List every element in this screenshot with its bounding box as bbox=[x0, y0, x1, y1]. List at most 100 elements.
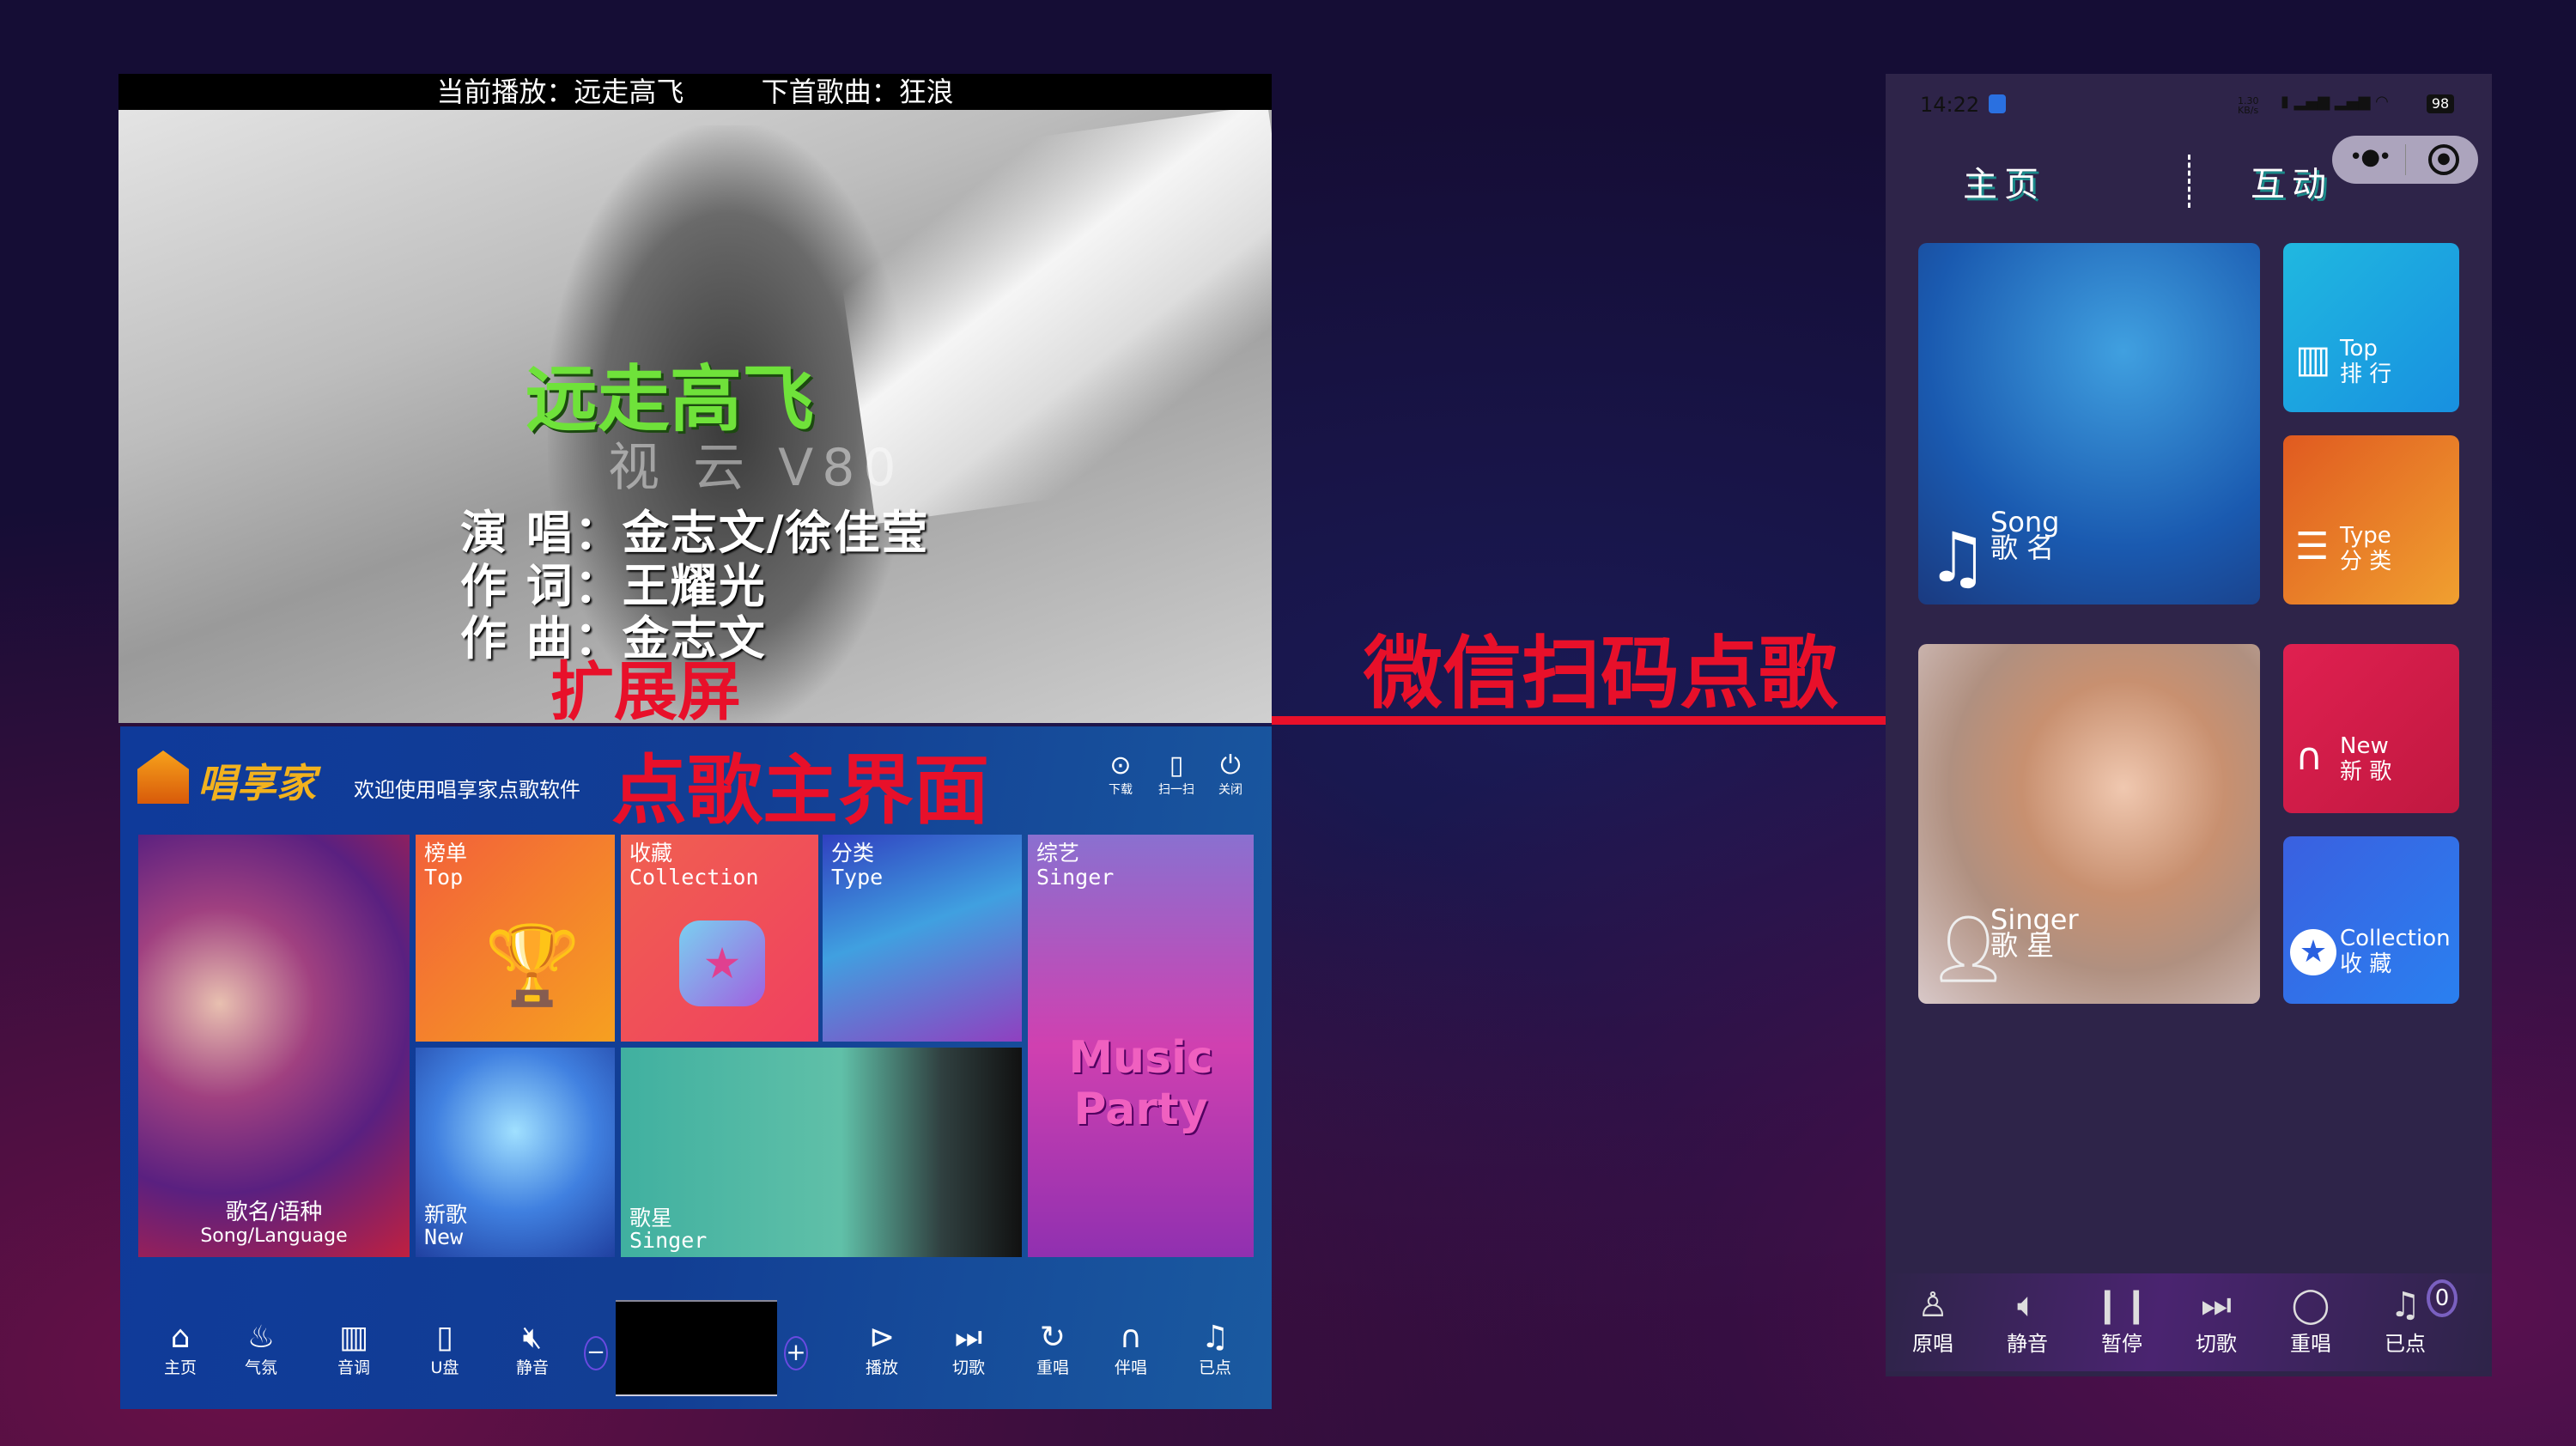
tile-label: 新歌 bbox=[424, 1202, 468, 1227]
tile-sublabel: 分 类 bbox=[2340, 549, 2392, 574]
skip-icon: ⏭︎ bbox=[954, 1320, 983, 1355]
tile-top[interactable]: 榜单 Top 🏆 bbox=[416, 835, 615, 1042]
tab-divider bbox=[2188, 155, 2190, 208]
now-playing: 当前播放：远走高飞 bbox=[436, 76, 684, 108]
mute-icon: 🔇︎ bbox=[522, 1320, 543, 1355]
tile-label: 收藏 bbox=[629, 841, 673, 866]
replay-icon: ◯ bbox=[2291, 1285, 2330, 1325]
phone-tile-collection[interactable]: ★ Collection 收 藏 bbox=[2283, 836, 2459, 1004]
download-icon: ⊙ bbox=[1109, 750, 1132, 781]
logo-icon bbox=[137, 750, 189, 804]
preview-window bbox=[616, 1300, 777, 1396]
tile-label: 综艺 bbox=[1036, 841, 1080, 866]
tile-sublabel: 歌 名 bbox=[1990, 532, 2055, 564]
home-button[interactable]: ⌂ 主页 bbox=[146, 1321, 215, 1378]
replay-button[interactable]: ↻ 重唱 bbox=[1018, 1321, 1087, 1378]
tile-label: 歌星 bbox=[629, 1206, 673, 1230]
mute-button[interactable]: 🔇︎ 静音 bbox=[498, 1321, 567, 1378]
pitch-button[interactable]: ▥ 音调 bbox=[319, 1321, 388, 1378]
list-icon: ☰ bbox=[2295, 525, 2330, 568]
tile-singer[interactable]: 歌星 Singer bbox=[621, 1048, 1022, 1257]
atmosphere-button[interactable]: ♨ 气氛 bbox=[227, 1321, 295, 1378]
tile-label: Type bbox=[2340, 523, 2391, 549]
more-icon[interactable]: •●• bbox=[2349, 144, 2391, 170]
headphones-icon: ∩ bbox=[1119, 1320, 1143, 1355]
accompaniment-button[interactable]: ∩ 伴唱 bbox=[1097, 1321, 1165, 1378]
tile-sublabel: New bbox=[424, 1224, 464, 1249]
extended-screen-video: 视 云 V80 远走高飞 演 唱：金志文/徐佳莹 作 词：王耀光 作 曲：金志文… bbox=[118, 74, 1272, 723]
song-title: 远走高飞 bbox=[526, 357, 815, 441]
skip-button[interactable]: ⏭︎ 切歌 bbox=[2178, 1284, 2255, 1357]
close-button[interactable]: ⏻ 关闭 bbox=[1209, 750, 1252, 798]
replay-button[interactable]: ◯ 重唱 bbox=[2272, 1284, 2349, 1357]
tile-type[interactable]: 分类 Type bbox=[823, 835, 1022, 1042]
person-icon: ♙ bbox=[1917, 1285, 1948, 1325]
music-note-icon: ♫ bbox=[1927, 518, 1989, 598]
volume-down-button[interactable]: − bbox=[584, 1336, 608, 1370]
tile-sublabel: Singer bbox=[1036, 865, 1115, 890]
skip-button[interactable]: ⏭︎ 切歌 bbox=[934, 1321, 1003, 1378]
phone-tile-new[interactable]: ∩ New 新 歌 bbox=[2283, 644, 2459, 813]
tab-home[interactable]: 主页 bbox=[1963, 156, 2045, 206]
phone-tile-song[interactable]: ♫ Song 歌 名 bbox=[1918, 243, 2260, 605]
tile-sublabel: 歌 星 bbox=[1990, 929, 2055, 962]
close-miniprogram-icon[interactable]: ● bbox=[2428, 144, 2459, 175]
replay-icon: ↻ bbox=[1039, 1320, 1066, 1355]
home-icon: ⌂ bbox=[170, 1320, 191, 1355]
star-icon: ★ bbox=[2290, 929, 2336, 975]
tile-label: New bbox=[2340, 733, 2389, 759]
play-icon: ⊳ bbox=[868, 1320, 896, 1355]
tile-sublabel: Singer bbox=[629, 1228, 708, 1253]
capsule-menu: •●• ● bbox=[2332, 136, 2478, 184]
usb-button[interactable]: ▯ U盘 bbox=[410, 1321, 479, 1378]
volume-up-button[interactable]: + bbox=[784, 1336, 808, 1370]
tile-sublabel: Song/Language bbox=[200, 1225, 348, 1247]
tile-new[interactable]: 新歌 New bbox=[416, 1048, 615, 1257]
phone-icon: ▯ bbox=[1169, 750, 1184, 781]
scan-button[interactable]: ▯ 扫一扫 bbox=[1151, 750, 1202, 798]
tile-sublabel: Type bbox=[831, 865, 884, 890]
usb-icon: ▯ bbox=[436, 1320, 453, 1355]
phone-tile-top[interactable]: ▥ Top 排 行 bbox=[2283, 243, 2459, 412]
power-icon: ⏻ bbox=[1220, 750, 1241, 781]
chart-icon: ▥ bbox=[2295, 337, 2331, 381]
pause-button[interactable]: ❙❙ 暂停 bbox=[2083, 1284, 2160, 1357]
original-vocal-button[interactable]: ♙ 原唱 bbox=[1894, 1284, 1971, 1357]
tile-label: 歌名/语种 bbox=[225, 1200, 323, 1225]
wechat-annotation: 微信扫码点歌 bbox=[1364, 627, 1838, 720]
welcome-text: 欢迎使用唱享家点歌软件 bbox=[354, 778, 580, 802]
phone-tile-type[interactable]: ☰ Type 分 类 bbox=[2283, 435, 2459, 605]
music-party-art: Music Party bbox=[1068, 1032, 1213, 1135]
tile-variety[interactable]: 综艺 Singer Music Party bbox=[1028, 835, 1254, 1257]
download-button[interactable]: ⊙ 下载 bbox=[1099, 750, 1142, 798]
app-logo: 唱享家 bbox=[197, 760, 316, 806]
tile-label: 榜单 bbox=[424, 841, 468, 866]
main-ui-annotation: 点歌主界面 bbox=[611, 745, 990, 835]
now-playing-bar: 当前播放：远走高飞 下首歌曲：狂浪 bbox=[118, 74, 1272, 110]
equalizer-icon: ▥ bbox=[338, 1320, 368, 1355]
queue-count-badge: 0 bbox=[2427, 1279, 2458, 1317]
play-button[interactable]: ⊳ 播放 bbox=[848, 1321, 916, 1378]
queued-button[interactable]: ♫ 已点 bbox=[1181, 1321, 1249, 1378]
headphones-icon: ∩ bbox=[2295, 735, 2324, 779]
extended-screen-label: 扩展屏 bbox=[550, 655, 741, 723]
tab-interact[interactable]: 互动 bbox=[2251, 156, 2333, 206]
pause-icon: ❙❙ bbox=[2093, 1285, 2151, 1325]
flame-icon: ♨ bbox=[246, 1320, 276, 1355]
tile-label: Top bbox=[2340, 336, 2378, 362]
tile-sublabel: 排 行 bbox=[2340, 362, 2392, 387]
star-icon: ★ bbox=[679, 920, 765, 1006]
next-song: 下首歌曲：狂浪 bbox=[761, 76, 954, 108]
playlist-icon: ♫ bbox=[1200, 1320, 1230, 1355]
phone-tile-singer[interactable]: 👤︎ Singer 歌 星 bbox=[1918, 644, 2260, 1004]
tile-collection[interactable]: 收藏 Collection ★ bbox=[621, 835, 818, 1042]
tile-sublabel: Collection bbox=[629, 865, 759, 890]
tile-label: 分类 bbox=[831, 841, 875, 866]
mute-button[interactable]: 🔈︎ 静音 bbox=[1989, 1284, 2066, 1357]
tile-sublabel: 收 藏 bbox=[2340, 951, 2392, 977]
tile-song-language[interactable]: 歌名/语种 Song/Language bbox=[138, 835, 410, 1257]
network-speed: 1.30 KB/s bbox=[2238, 95, 2259, 116]
trophy-icon: 🏆 bbox=[484, 920, 581, 1011]
signal-icons: ▮ ▂▄▆ ▂▄▆ ◠ bbox=[2281, 93, 2389, 111]
tile-sublabel: 新 歌 bbox=[2340, 759, 2392, 785]
